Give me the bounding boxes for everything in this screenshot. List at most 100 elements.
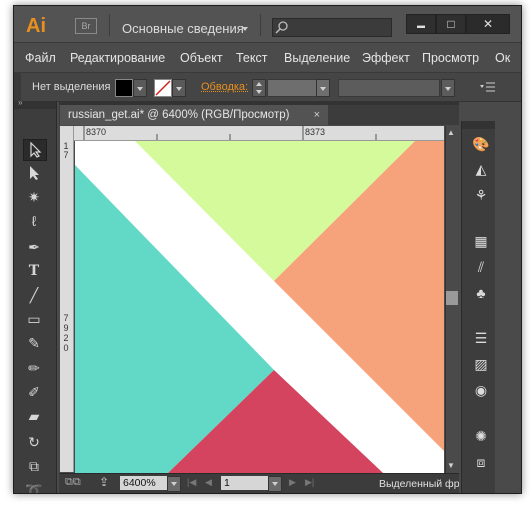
appearance-icon[interactable]: ✺ [471,426,491,446]
status-bar: ⧉⧉ ⇪ 6400% |◀ ◀ 1 ▶ ▶| Выделенный фрагме… [59,473,459,493]
ruler-ticks [83,126,377,140]
symbols-icon[interactable]: ⚘ [471,185,491,205]
menu-edit[interactable]: Редактирование [70,51,165,65]
collapse-icon: » [18,98,23,107]
color-guide-icon[interactable]: ◭ [471,159,491,179]
menu-view[interactable]: Просмотр [422,51,479,65]
bridge-button[interactable]: Br [75,18,97,34]
warp-icon[interactable]: ➰ [23,480,45,493]
horizontal-ruler[interactable]: 8370 8373 [74,126,444,141]
chevron-down-icon [176,87,182,91]
artboard-nav-icon[interactable]: ⧉⧉ [65,476,81,489]
minimize-button[interactable]: ▬ [406,14,436,34]
illustrator-logo: Ai [26,15,46,37]
stepper-arrows-icon [256,82,262,94]
menu-bar: Файл Редактирование Объект Текст Выделен… [14,43,521,71]
page-field[interactable]: 1 [221,476,268,490]
artboard-canvas[interactable] [75,141,444,473]
ruler-label: 8373 [305,127,326,137]
workspace-switcher[interactable]: Основные сведения [122,21,244,36]
no-stroke-icon [155,80,171,96]
rotate-icon[interactable]: ↻ [23,432,45,452]
maximize-icon: □ [447,17,455,31]
stroke-weight-input[interactable] [267,79,317,97]
chevron-down-icon [445,87,451,91]
close-icon: ✕ [482,17,494,31]
close-tab-icon[interactable]: × [314,105,320,125]
scroll-thumb[interactable] [446,291,458,305]
stroke-swatch[interactable] [154,79,172,97]
brushes-icon[interactable]: ⫽ [471,257,491,277]
menu-object[interactable]: Объект [180,51,223,65]
ruler-label: 0 [63,343,69,353]
next-page-icon[interactable]: ▶ [289,477,296,488]
panel-dock-edge [495,121,521,493]
magic-wand-icon[interactable]: ✷ [23,187,45,207]
stroke-icon[interactable]: ☰ [471,328,491,348]
type-icon[interactable]: T [23,261,45,281]
zoom-dropdown[interactable] [167,476,181,492]
ruler-label: 8370 [86,127,107,137]
stroke-weight-dropdown[interactable] [316,79,330,97]
ruler-label: 2 [63,333,69,343]
maximize-button[interactable]: □ [436,14,466,34]
chevron-down-icon[interactable] [242,27,248,31]
chevron-down-icon [320,87,326,91]
stroke-weight-stepper[interactable] [252,79,266,97]
scroll-up-icon[interactable]: ▲ [447,128,455,137]
search-input[interactable] [272,18,392,37]
stroke-dropdown[interactable] [172,79,186,97]
chevron-down-icon [171,482,177,486]
zoom-field[interactable]: 6400% [120,476,167,490]
style-field[interactable] [338,79,440,97]
gradient-icon[interactable]: ▨ [471,354,491,374]
scroll-down-icon[interactable]: ▼ [447,461,455,470]
menu-window[interactable]: Ок [495,51,510,65]
transparency-icon[interactable]: ◉ [471,380,491,400]
style-dropdown[interactable] [441,79,455,97]
fill-dropdown[interactable] [133,79,147,97]
illustrator-window: Ai Br Основные сведения ▬ □ ✕ Файл Редак… [13,5,522,494]
layers-icon[interactable]: ⧈ [471,452,491,472]
panel-collapse-bar[interactable]: » [14,98,56,109]
clubs-symbol-icon[interactable]: ♣ [471,283,491,303]
pencil-icon[interactable]: ✏ [23,358,45,378]
document-tabs: russian_get.ai* @ 6400% (RGB/Просмотр) × [59,101,459,125]
rectangle-icon[interactable]: ▭ [23,309,45,329]
artwork [75,141,444,473]
close-button[interactable]: ✕ [466,14,510,34]
vertical-ruler[interactable]: 1 7 7 9 2 0 [60,126,74,472]
share-icon[interactable]: ⇪ [99,475,109,489]
blob-brush-icon[interactable]: ✐ [23,382,45,402]
lasso-icon[interactable]: ℓ [23,211,45,231]
document-tab[interactable]: russian_get.ai* @ 6400% (RGB/Просмотр) × [60,105,328,125]
paintbrush-icon[interactable]: ✎ [23,333,45,353]
minimize-icon: ▬ [417,21,425,30]
chevron-down-icon [137,87,143,91]
eraser-icon[interactable]: ▰ [23,406,45,426]
swatches-icon[interactable]: ▦ [471,231,491,251]
last-page-icon[interactable]: ▶| [305,477,314,488]
panel-menu-icon[interactable] [480,81,496,93]
first-page-icon[interactable]: |◀ [187,477,196,488]
selection-icon[interactable] [23,139,47,161]
ruler-label: 7 [63,313,69,323]
search-icon [275,21,288,34]
fill-swatch[interactable] [115,79,133,97]
color-palette-icon[interactable]: 🎨 [471,134,491,154]
stroke-link[interactable]: Обводка: [201,81,248,93]
grip-handle[interactable] [14,73,21,101]
prev-page-icon[interactable]: ◀ [205,477,212,488]
menu-file[interactable]: Файл [25,51,56,65]
panel-collapse-bar[interactable] [462,121,495,129]
tools-panel: » ✷ ℓ ✒ T ╱ ▭ ✎ ✏ ✐ ▰ ↻ ⧉ ➰ [14,98,57,493]
scale-icon[interactable]: ⧉ [23,456,45,476]
menu-text[interactable]: Текст [236,51,267,65]
menu-effect[interactable]: Эффект [362,51,410,65]
status-info[interactable]: Выделенный фрагмент [379,478,459,490]
menu-select[interactable]: Выделение [284,51,350,65]
line-icon[interactable]: ╱ [23,285,45,305]
pen-icon[interactable]: ✒ [23,237,45,257]
direct-selection-icon[interactable] [23,163,45,183]
page-dropdown[interactable] [268,476,282,492]
